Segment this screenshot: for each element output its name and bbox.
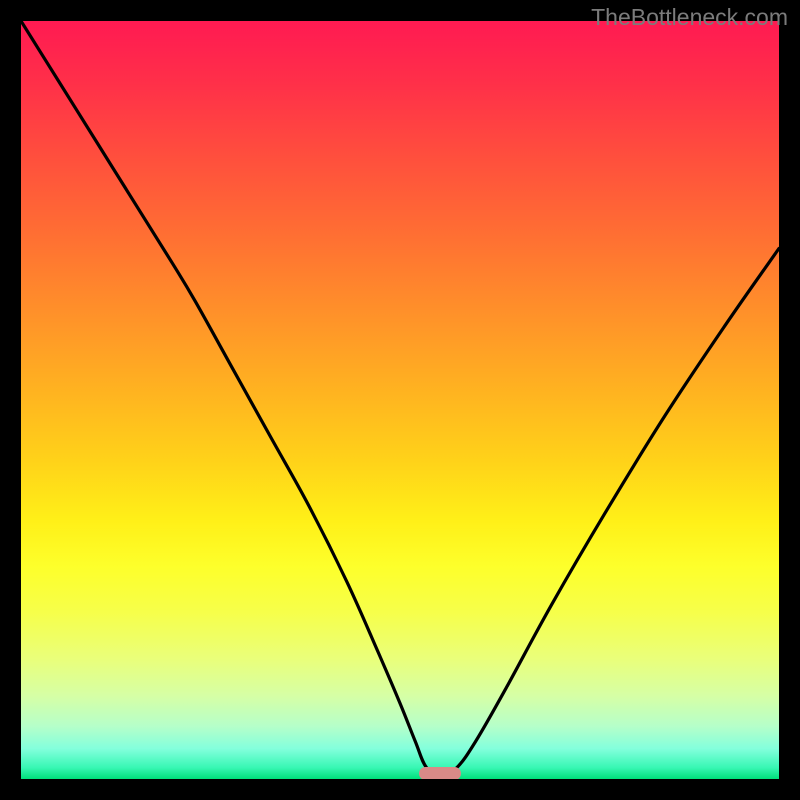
watermark-text: TheBottleneck.com — [591, 4, 788, 31]
optimal-zone-marker — [419, 767, 461, 779]
bottleneck-curve — [21, 21, 779, 779]
plot-area — [21, 21, 779, 779]
chart-frame: TheBottleneck.com — [0, 0, 800, 800]
